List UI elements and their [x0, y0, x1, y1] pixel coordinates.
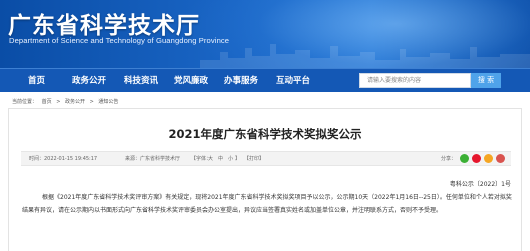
qzone-share-icon[interactable] — [484, 154, 493, 163]
article-container: 2021年度广东省科学技术奖拟奖公示 时间：2022-01-15 19:45:1… — [8, 108, 522, 251]
article-meta-bar: 时间：2022-01-15 19:45:17 来源：广东省科学技术厅 【字体： … — [21, 151, 511, 166]
nav-item-tech-news[interactable]: 科技资讯 — [124, 73, 158, 89]
search-input[interactable]: 请输入要搜索的内容 — [359, 73, 471, 88]
document-number: 粤科公示〔2022〕1号 — [449, 181, 511, 188]
breadcrumb: 当前位置： 首页 > 政务公开 > 通知公告 — [12, 98, 121, 105]
breadcrumb-separator: > — [56, 99, 61, 105]
breadcrumb-notices[interactable]: 通知公告 — [98, 99, 118, 105]
nav-item-home[interactable]: 首页 — [28, 73, 45, 89]
main-nav: 首页 政务公开 科技资讯 党风廉政 办事服务 互动平台 请输入要搜索的内容 搜 … — [0, 68, 530, 92]
more-share-icon[interactable] — [496, 154, 505, 163]
article-title: 2021年度广东省科学技术奖拟奖公示 — [168, 127, 362, 141]
breadcrumb-home[interactable]: 首页 — [42, 99, 52, 105]
breadcrumb-separator: > — [89, 99, 94, 105]
site-subtitle: Department of Science and Technology of … — [9, 36, 230, 45]
print-link[interactable]: 【打印】 — [244, 153, 264, 166]
font-size-medium[interactable]: 中 — [218, 153, 223, 166]
nav-item-party-integrity[interactable]: 党风廉政 — [174, 73, 208, 89]
share-label: 分享： — [441, 156, 457, 162]
breadcrumb-gov-affairs[interactable]: 政务公开 — [65, 99, 85, 105]
font-size-small[interactable]: 小 — [228, 153, 233, 166]
weibo-share-icon[interactable] — [472, 154, 481, 163]
nav-item-gov-affairs[interactable]: 政务公开 — [72, 73, 106, 89]
site-title[interactable]: 广东省科学技术厅 — [8, 6, 200, 40]
site-banner: 广东省科学技术厅 Department of Science and Techn… — [0, 0, 530, 68]
breadcrumb-prefix: 当前位置： — [12, 99, 38, 105]
skyline-graphic — [200, 44, 530, 68]
font-size-close: 】 — [235, 156, 241, 162]
publish-time: 时间：2022-01-15 19:45:17 — [29, 156, 98, 162]
nav-item-services[interactable]: 办事服务 — [224, 73, 258, 89]
nav-item-interaction[interactable]: 互动平台 — [276, 73, 310, 89]
article-body: 根据《2021年度广东省科学技术奖评审方案》有关规定，现将2021年度广东省科学… — [22, 194, 512, 214]
font-size-large[interactable]: 大 — [208, 153, 213, 166]
article-source: 来源：广东省科学技术厅 — [125, 156, 181, 162]
search-button[interactable]: 搜 索 — [471, 73, 501, 88]
wechat-share-icon[interactable] — [460, 154, 469, 163]
